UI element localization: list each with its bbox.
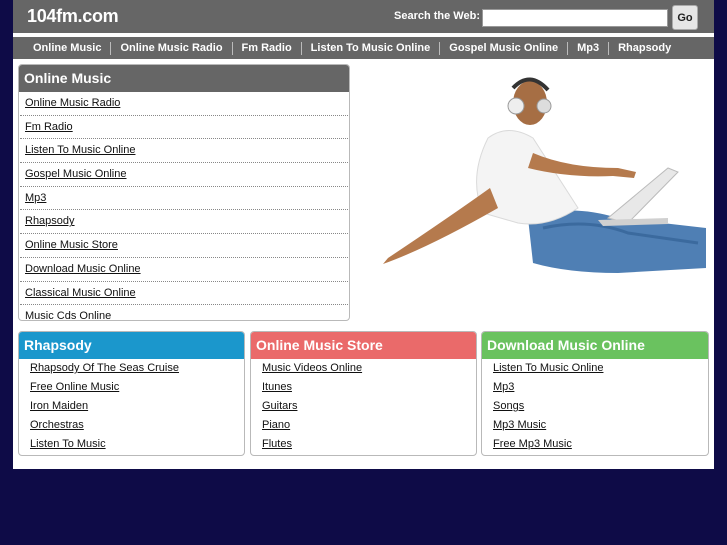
list-item: Listen To Music Online <box>482 359 708 378</box>
list-item: Listen To Music Online <box>20 139 348 164</box>
main-link[interactable]: Online Music Radio <box>25 97 120 109</box>
nav-item-listen-to-music-online[interactable]: Listen To Music Online <box>300 41 440 55</box>
nav-item-rhapsody[interactable]: Rhapsody <box>608 41 680 55</box>
nav-item-online-music[interactable]: Online Music <box>13 42 110 55</box>
list-item: Free Online Music <box>19 378 244 397</box>
column-link[interactable]: Itunes <box>262 381 292 393</box>
download-music-online-link-list: Listen To Music Online Mp3 Songs Mp3 Mus… <box>482 359 708 454</box>
list-item: Fm Radio <box>20 116 348 140</box>
column-link[interactable]: Flutes <box>262 438 292 450</box>
column-link[interactable]: Guitars <box>262 400 297 412</box>
list-item: Download Music Online <box>20 258 348 282</box>
main-link[interactable]: Music Cds Online <box>25 310 111 320</box>
list-item: Songs <box>482 397 708 416</box>
column-link[interactable]: Rhapsody Of The Seas Cruise <box>30 362 179 374</box>
main-link[interactable]: Listen To Music Online <box>25 144 135 156</box>
list-item: Mp3 Music <box>482 416 708 435</box>
online-music-store-box: Online Music Store Music Videos Online I… <box>250 331 477 456</box>
nav-item-gospel-music-online[interactable]: Gospel Music Online <box>439 41 567 55</box>
list-item: Flutes <box>251 435 476 454</box>
list-item: Rhapsody <box>20 210 348 235</box>
main-link[interactable]: Download Music Online <box>25 263 141 275</box>
list-item: Music Videos Online <box>251 359 476 378</box>
download-music-online-box: Download Music Online Listen To Music On… <box>481 331 709 456</box>
nav-item-online-music-radio[interactable]: Online Music Radio <box>110 41 231 55</box>
column-link[interactable]: Mp3 <box>493 381 514 393</box>
list-item: Orchestras <box>19 416 244 435</box>
header-bar: 104fm.com Search the Web: Go <box>13 0 714 33</box>
list-item: Guitars <box>251 397 476 416</box>
nav-item-mp3[interactable]: Mp3 <box>567 41 608 55</box>
nav-item-fm-radio[interactable]: Fm Radio <box>231 41 301 55</box>
online-music-store-link-list: Music Videos Online Itunes Guitars Piano… <box>251 359 476 454</box>
list-item: Iron Maiden <box>19 397 244 416</box>
main-link-list: Online Music Radio Fm Radio Listen To Mu… <box>19 92 349 320</box>
main-links-box: Online Music Online Music Radio Fm Radio… <box>18 64 350 321</box>
rhapsody-box-title: Rhapsody <box>19 332 244 359</box>
column-link[interactable]: Mp3 Music <box>493 419 546 431</box>
search-input[interactable] <box>482 9 668 27</box>
search-label: Search the Web: <box>394 10 480 22</box>
list-item: Music Cds Online <box>20 305 348 320</box>
main-link[interactable]: Mp3 <box>25 192 46 204</box>
download-music-online-box-title: Download Music Online <box>482 332 708 359</box>
list-item: Listen To Music <box>19 435 244 454</box>
main-link[interactable]: Classical Music Online <box>25 287 136 299</box>
main-box-title: Online Music <box>19 65 349 92</box>
online-music-store-box-title: Online Music Store <box>251 332 476 359</box>
list-item: Mp3 <box>20 187 348 211</box>
column-link[interactable]: Free Mp3 Music <box>493 438 572 450</box>
list-item: Free Mp3 Music <box>482 435 708 454</box>
list-item: Mp3 <box>482 378 708 397</box>
list-item: Online Music Store <box>20 234 348 258</box>
main-link[interactable]: Rhapsody <box>25 215 75 227</box>
list-item: Classical Music Online <box>20 282 348 306</box>
rhapsody-box: Rhapsody Rhapsody Of The Seas Cruise Fre… <box>18 331 245 456</box>
main-link[interactable]: Online Music Store <box>25 239 118 251</box>
list-item: Rhapsody Of The Seas Cruise <box>19 359 244 378</box>
main-link[interactable]: Gospel Music Online <box>25 168 127 180</box>
column-link[interactable]: Orchestras <box>30 419 84 431</box>
list-item: Gospel Music Online <box>20 163 348 187</box>
column-link[interactable]: Music Videos Online <box>262 362 362 374</box>
main-link[interactable]: Fm Radio <box>25 121 73 133</box>
column-link[interactable]: Piano <box>262 419 290 431</box>
list-item: Online Music Radio <box>20 92 348 116</box>
column-link[interactable]: Listen To Music Online <box>493 362 603 374</box>
site-logo[interactable]: 104fm.com <box>27 6 119 27</box>
column-link[interactable]: Songs <box>493 400 524 412</box>
rhapsody-link-list: Rhapsody Of The Seas Cruise Free Online … <box>19 359 244 454</box>
column-link[interactable]: Free Online Music <box>30 381 119 393</box>
list-item: Piano <box>251 416 476 435</box>
page-container: 104fm.com Search the Web: Go Online Musi… <box>13 0 714 469</box>
go-button[interactable]: Go <box>672 5 698 30</box>
hero-image-man-with-laptop <box>383 77 706 273</box>
column-link[interactable]: Listen To Music <box>30 438 106 450</box>
column-link[interactable]: Iron Maiden <box>30 400 88 412</box>
list-item: Itunes <box>251 378 476 397</box>
nav-bar: Online Music Online Music Radio Fm Radio… <box>13 37 714 59</box>
